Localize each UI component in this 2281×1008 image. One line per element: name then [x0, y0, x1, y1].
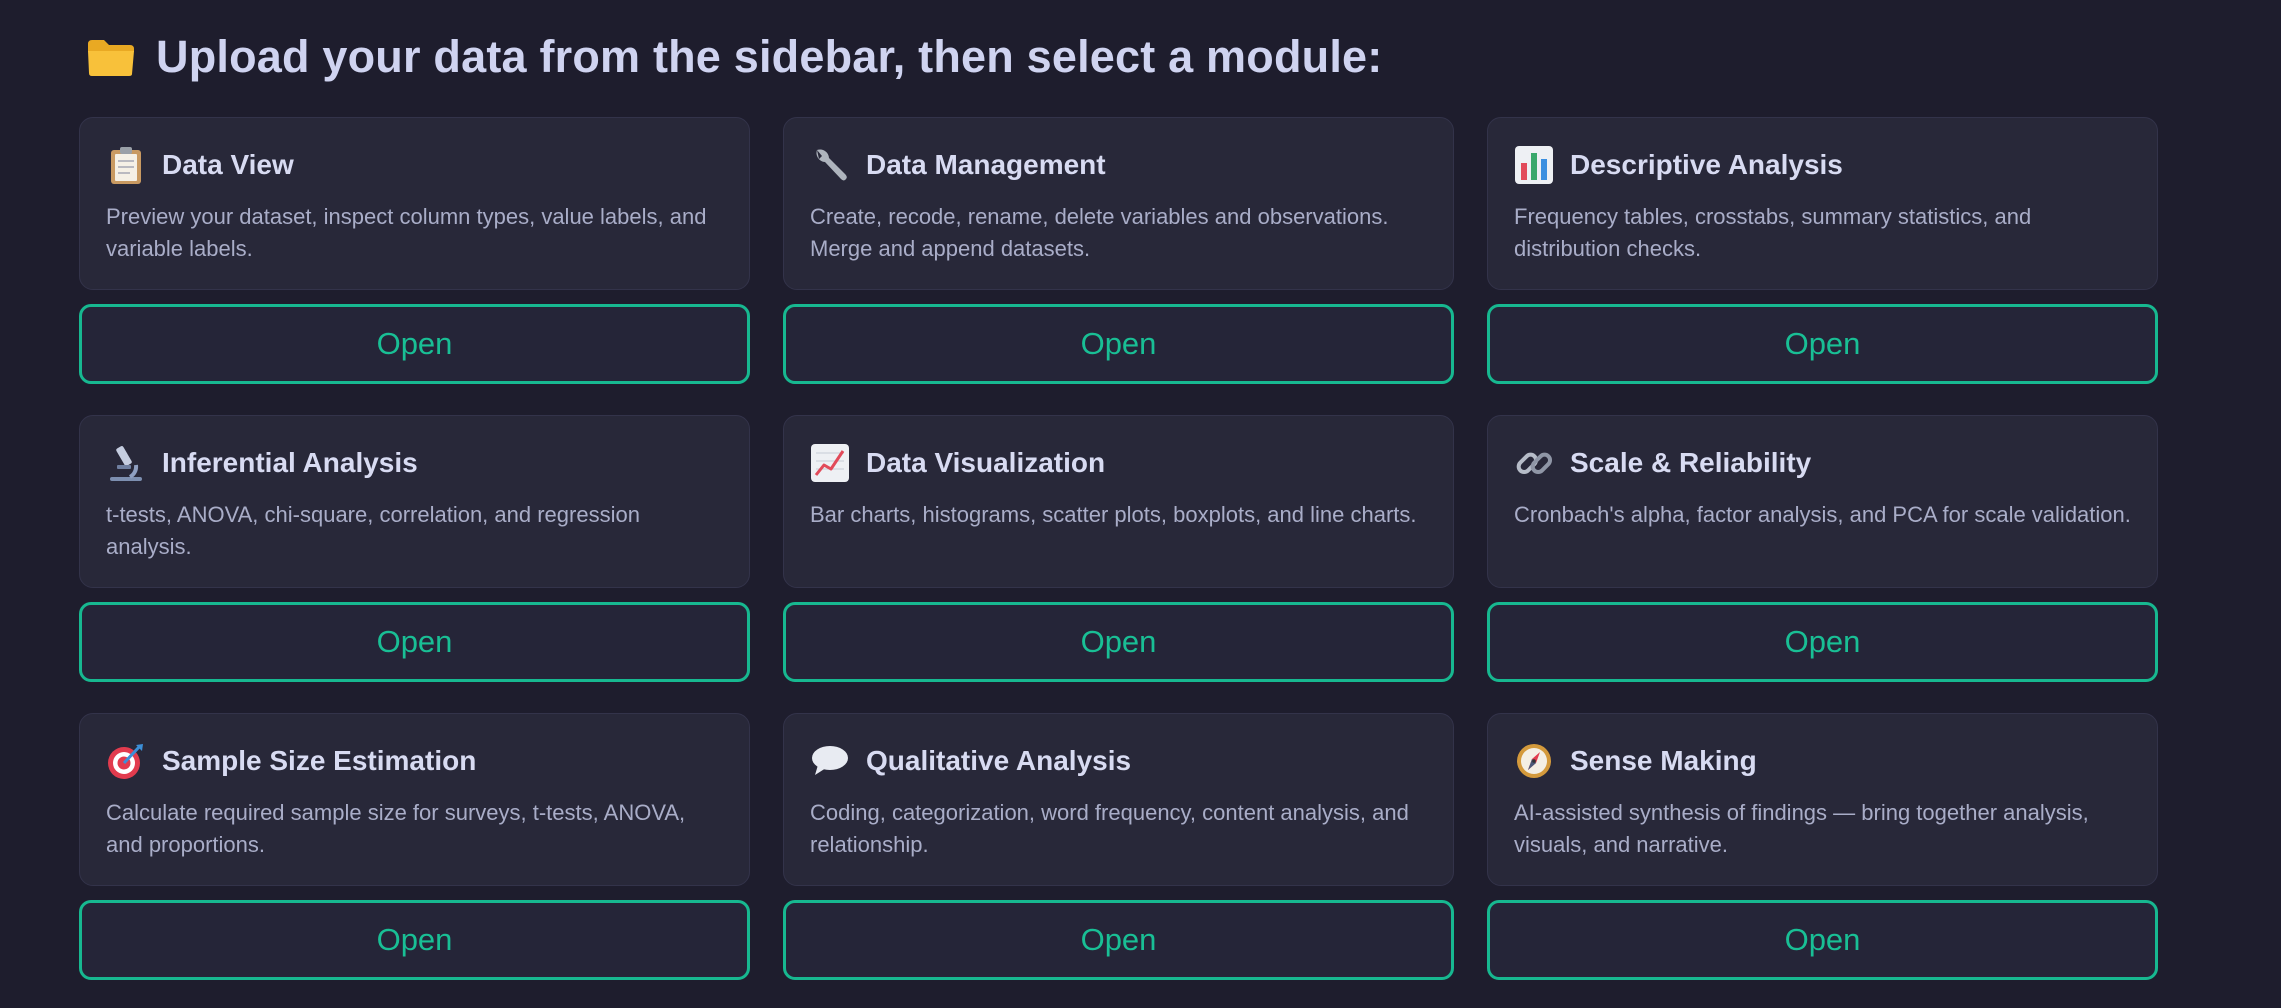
- card-header: Descriptive Analysis: [1514, 143, 2131, 187]
- module-descriptive-analysis: Descriptive Analysis Frequency tables, c…: [1487, 117, 2158, 384]
- wrench-icon: [810, 145, 850, 185]
- card-header: Inferential Analysis: [106, 441, 723, 485]
- card-header: Sense Making: [1514, 739, 2131, 783]
- open-sample-size-estimation-button[interactable]: Open: [79, 900, 750, 980]
- module-data-management: Data Management Create, recode, rename, …: [783, 117, 1454, 384]
- module-card: Qualitative Analysis Coding, categorizat…: [783, 713, 1454, 886]
- card-description: Cronbach's alpha, factor analysis, and P…: [1514, 502, 2131, 527]
- card-title: Data Visualization: [866, 447, 1106, 478]
- folder-icon: [86, 37, 136, 77]
- open-data-view-button[interactable]: Open: [79, 304, 750, 384]
- card-title: Scale & Reliability: [1570, 447, 1812, 478]
- open-qualitative-analysis-button[interactable]: Open: [783, 900, 1454, 980]
- module-data-view: Data View Preview your dataset, inspect …: [79, 117, 750, 384]
- line-chart-icon: [810, 443, 850, 483]
- target-icon: [106, 741, 146, 781]
- module-card: Data View Preview your dataset, inspect …: [79, 117, 750, 290]
- module-card: Data Management Create, recode, rename, …: [783, 117, 1454, 290]
- card-description: Create, recode, rename, delete variables…: [810, 204, 1389, 261]
- module-card: Scale & Reliability Cronbach's alpha, fa…: [1487, 415, 2158, 588]
- clipboard-icon: [106, 145, 146, 185]
- module-card: Inferential Analysis t-tests, ANOVA, chi…: [79, 415, 750, 588]
- link-icon: [1514, 443, 1554, 483]
- module-sense-making: Sense Making AI-assisted synthesis of fi…: [1487, 713, 2158, 980]
- card-header: Scale & Reliability: [1514, 441, 2131, 485]
- card-description: Frequency tables, crosstabs, summary sta…: [1514, 204, 2032, 261]
- module-inferential-analysis: Inferential Analysis t-tests, ANOVA, chi…: [79, 415, 750, 682]
- card-title: Inferential Analysis: [162, 447, 418, 478]
- card-description: Coding, categorization, word frequency, …: [810, 800, 1409, 857]
- module-qualitative-analysis: Qualitative Analysis Coding, categorizat…: [783, 713, 1454, 980]
- card-header: Qualitative Analysis: [810, 739, 1427, 783]
- open-descriptive-analysis-button[interactable]: Open: [1487, 304, 2158, 384]
- card-title: Sample Size Estimation: [162, 745, 477, 776]
- open-inferential-analysis-button[interactable]: Open: [79, 602, 750, 682]
- module-sample-size-estimation: Sample Size Estimation Calculate require…: [79, 713, 750, 980]
- module-data-visualization: Data Visualization Bar charts, histogram…: [783, 415, 1454, 682]
- card-description: Preview your dataset, inspect column typ…: [106, 204, 707, 261]
- card-description: t-tests, ANOVA, chi-square, correlation,…: [106, 502, 640, 559]
- open-sense-making-button[interactable]: Open: [1487, 900, 2158, 980]
- module-card: Sense Making AI-assisted synthesis of fi…: [1487, 713, 2158, 886]
- card-title: Data View: [162, 149, 294, 180]
- page-title-text: Upload your data from the sidebar, then …: [156, 31, 1383, 82]
- bar-chart-icon: [1514, 145, 1554, 185]
- module-scale-reliability: Scale & Reliability Cronbach's alpha, fa…: [1487, 415, 2158, 682]
- speech-bubble-icon: [810, 741, 850, 781]
- open-data-management-button[interactable]: Open: [783, 304, 1454, 384]
- card-header: Data Management: [810, 143, 1427, 187]
- microscope-icon: [106, 443, 146, 483]
- module-card: Sample Size Estimation Calculate require…: [79, 713, 750, 886]
- open-data-visualization-button[interactable]: Open: [783, 602, 1454, 682]
- page-title: Upload your data from the sidebar, then …: [86, 26, 1382, 88]
- card-description: AI-assisted synthesis of findings — brin…: [1514, 800, 2089, 857]
- card-header: Data View: [106, 143, 723, 187]
- main-page: Upload your data from the sidebar, then …: [0, 0, 2281, 1008]
- card-title: Data Management: [866, 149, 1106, 180]
- card-description: Calculate required sample size for surve…: [106, 800, 686, 857]
- module-card: Descriptive Analysis Frequency tables, c…: [1487, 117, 2158, 290]
- card-title: Qualitative Analysis: [866, 745, 1132, 776]
- card-description: Bar charts, histograms, scatter plots, b…: [810, 502, 1417, 527]
- module-grid: Data View Preview your dataset, inspect …: [79, 117, 2160, 980]
- card-title: Descriptive Analysis: [1570, 149, 1843, 180]
- card-header: Data Visualization: [810, 441, 1427, 485]
- card-title: Sense Making: [1570, 745, 1757, 776]
- compass-icon: [1514, 741, 1554, 781]
- open-scale-reliability-button[interactable]: Open: [1487, 602, 2158, 682]
- module-card: Data Visualization Bar charts, histogram…: [783, 415, 1454, 588]
- card-header: Sample Size Estimation: [106, 739, 723, 783]
